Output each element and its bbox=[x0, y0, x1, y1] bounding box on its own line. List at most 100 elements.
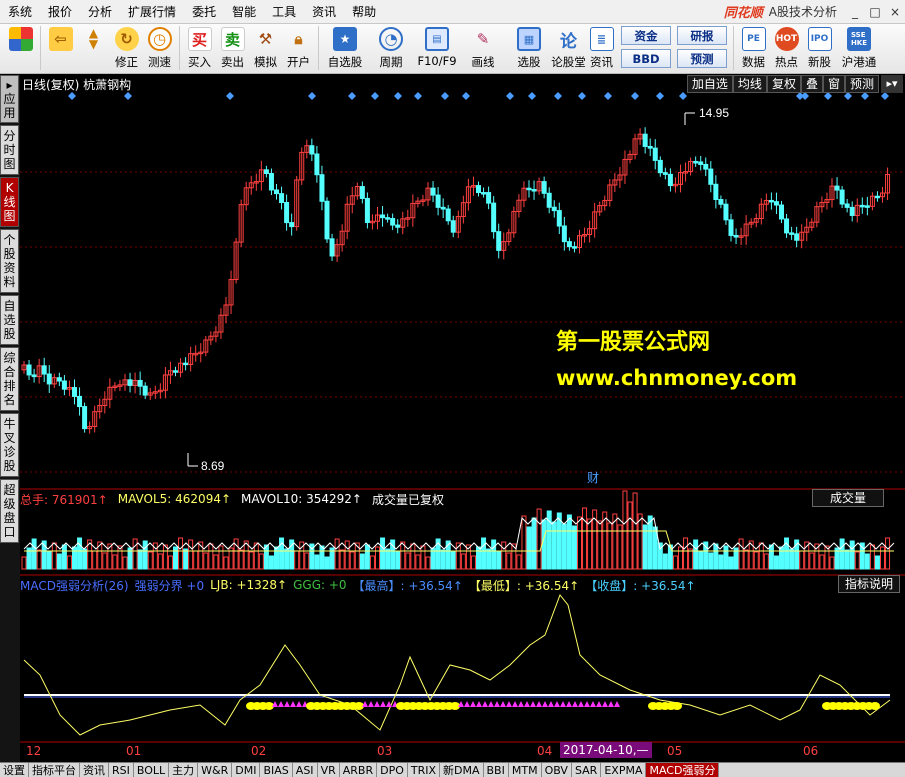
bottom-tab-0[interactable]: 设置 bbox=[0, 763, 29, 777]
bottom-tab-3[interactable]: RSI bbox=[109, 763, 134, 777]
volume-bar bbox=[678, 546, 683, 570]
candle-body bbox=[713, 183, 719, 201]
period-button[interactable]: ◔ 周期 bbox=[368, 24, 414, 72]
close-button[interactable]: × bbox=[885, 3, 905, 21]
signal-triangle bbox=[548, 701, 554, 707]
candle-body bbox=[844, 203, 850, 208]
candle-body bbox=[491, 202, 497, 233]
signal-triangle bbox=[578, 701, 584, 707]
bottom-tab-10[interactable]: VR bbox=[318, 763, 340, 777]
bottom-tab-16[interactable]: MTM bbox=[509, 763, 542, 777]
bottom-tab-11[interactable]: ARBR bbox=[340, 763, 378, 777]
research-button[interactable]: 研报 bbox=[677, 26, 727, 45]
bottom-tab-14[interactable]: 新DMA bbox=[440, 763, 484, 777]
bottom-tab-19[interactable]: EXPMA bbox=[601, 763, 647, 777]
candle-body bbox=[476, 185, 481, 194]
menu-trade[interactable]: 委托 bbox=[184, 3, 224, 20]
adjust-button[interactable]: 复权 bbox=[766, 75, 801, 93]
menu-quote[interactable]: 报价 bbox=[40, 3, 80, 20]
menu-tools[interactable]: 工具 bbox=[264, 3, 304, 20]
indicator-help-button[interactable]: 指标说明 bbox=[838, 575, 900, 593]
add-watch-button[interactable]: 加自选 bbox=[686, 75, 733, 93]
volume-bar bbox=[829, 556, 835, 570]
overlay-button[interactable]: 叠 bbox=[800, 75, 823, 93]
forum-button[interactable]: 论论股堂 bbox=[551, 24, 586, 72]
bottom-tab-12[interactable]: DPO bbox=[377, 763, 408, 777]
open-account-button[interactable]: 🔒︎ 开户 bbox=[282, 24, 315, 72]
menu-news[interactable]: 资讯 bbox=[304, 3, 344, 20]
maximize-button[interactable]: □ bbox=[865, 3, 885, 21]
stock-screen-button[interactable]: ▦ 选股 bbox=[506, 24, 552, 72]
capital-button[interactable]: 资金 bbox=[621, 26, 671, 45]
forecast-button[interactable]: 预测 bbox=[677, 49, 727, 68]
simulate-button[interactable]: ⚒ 模拟 bbox=[249, 24, 282, 72]
signal-triangle bbox=[572, 701, 578, 707]
watchlist-button[interactable]: ★ 自选股 bbox=[322, 24, 368, 72]
f10-button[interactable]: ▤ F10/F9 bbox=[414, 24, 460, 72]
bottom-tab-15[interactable]: BBI bbox=[484, 763, 509, 777]
bottom-tab-1[interactable]: 指标平台 bbox=[29, 763, 80, 777]
bottom-tab-6[interactable]: W&R bbox=[198, 763, 233, 777]
bottom-tab-17[interactable]: OBV bbox=[542, 763, 572, 777]
buy-button[interactable]: 买买入 bbox=[183, 24, 216, 72]
bbd-button[interactable]: BBD bbox=[621, 49, 671, 68]
signal-triangle bbox=[554, 701, 560, 707]
bottom-tab-7[interactable]: DMI bbox=[232, 763, 261, 777]
layout-button[interactable] bbox=[4, 24, 37, 72]
chart-menu-icon[interactable]: ▸▾ bbox=[881, 75, 903, 93]
tab-watchlist[interactable]: 自选股 bbox=[0, 295, 19, 345]
volume-bar bbox=[56, 553, 62, 570]
hot-button[interactable]: HOT 热点 bbox=[770, 24, 803, 72]
predict-button[interactable]: 预测 bbox=[844, 75, 879, 93]
kline-chart[interactable]: 14.95 8.69 财 bbox=[20, 75, 905, 762]
tab-diagnosis[interactable]: 牛叉诊股 bbox=[0, 413, 19, 477]
menu-smart[interactable]: 智能 bbox=[224, 3, 264, 20]
menu-analysis[interactable]: 分析 bbox=[80, 3, 120, 20]
data-button[interactable]: PE 数据 bbox=[737, 24, 770, 72]
volume-bar bbox=[420, 545, 426, 570]
volume-bar bbox=[183, 548, 189, 570]
bottom-tab-20[interactable]: MACD强弱分 bbox=[646, 763, 720, 777]
signal-triangle bbox=[506, 701, 512, 707]
bottom-tab-18[interactable]: SAR bbox=[572, 763, 602, 777]
menu-system[interactable]: 系统 bbox=[0, 3, 40, 20]
back-button[interactable]: ⇦ bbox=[44, 24, 77, 72]
chart-title: 日线(复权) 杭萧钢构 bbox=[22, 78, 132, 92]
indicator-ljb: LJB: +1328↑ bbox=[210, 578, 288, 592]
tab-ranking[interactable]: 综合排名 bbox=[0, 347, 19, 411]
ipo-button[interactable]: IPO 新股 bbox=[803, 24, 836, 72]
menu-extended[interactable]: 扩展行情 bbox=[120, 3, 184, 20]
divider bbox=[40, 26, 41, 70]
signal-triangle bbox=[518, 701, 524, 707]
speedtest-button[interactable]: ◷ 测速 bbox=[143, 24, 176, 72]
bottom-tab-2[interactable]: 资讯 bbox=[80, 763, 109, 777]
tab-kline[interactable]: K线图 bbox=[0, 177, 19, 227]
bottom-tab-5[interactable]: 主力 bbox=[169, 763, 199, 777]
tab-intraday[interactable]: 分时图 bbox=[0, 125, 19, 175]
brand-subtitle: A股技术分析 bbox=[768, 5, 837, 19]
candle-body bbox=[41, 365, 47, 375]
draw-line-button[interactable]: ✎ 画线 bbox=[460, 24, 506, 72]
ipo-icon: IPO bbox=[807, 27, 832, 51]
hk-connect-button[interactable]: SSE HKE 沪港通 bbox=[836, 24, 882, 72]
menu-help[interactable]: 帮助 bbox=[344, 3, 384, 20]
volume-selector[interactable]: 成交量 bbox=[812, 489, 884, 507]
candle-body bbox=[693, 160, 699, 164]
fix-button[interactable]: ↻ 修正 bbox=[110, 24, 143, 72]
bottom-tab-4[interactable]: BOLL bbox=[134, 763, 170, 777]
sell-button[interactable]: 卖卖出 bbox=[216, 24, 249, 72]
bottom-tab-9[interactable]: ASI bbox=[293, 763, 318, 777]
news-button[interactable]: ≣ 资讯 bbox=[585, 24, 618, 72]
watermark-cn: 第一股票公式网 bbox=[556, 330, 711, 355]
tab-stock-info[interactable]: 个股资料 bbox=[0, 229, 19, 293]
updown-button[interactable]: ▲ ▼ bbox=[77, 24, 110, 72]
tab-super-panel[interactable]: 超级盘口 bbox=[0, 479, 19, 543]
minimize-button[interactable]: _ bbox=[845, 3, 865, 21]
bottom-tab-8[interactable]: BIAS bbox=[260, 763, 293, 777]
bottom-tab-13[interactable]: TRIX bbox=[408, 763, 441, 777]
volume-bar bbox=[743, 549, 749, 570]
window-button[interactable]: 窗 bbox=[822, 75, 845, 93]
tab-apps[interactable]: ▸ 应用 bbox=[0, 75, 19, 123]
signal-triangle bbox=[536, 701, 542, 707]
ma-button[interactable]: 均线 bbox=[732, 75, 767, 93]
